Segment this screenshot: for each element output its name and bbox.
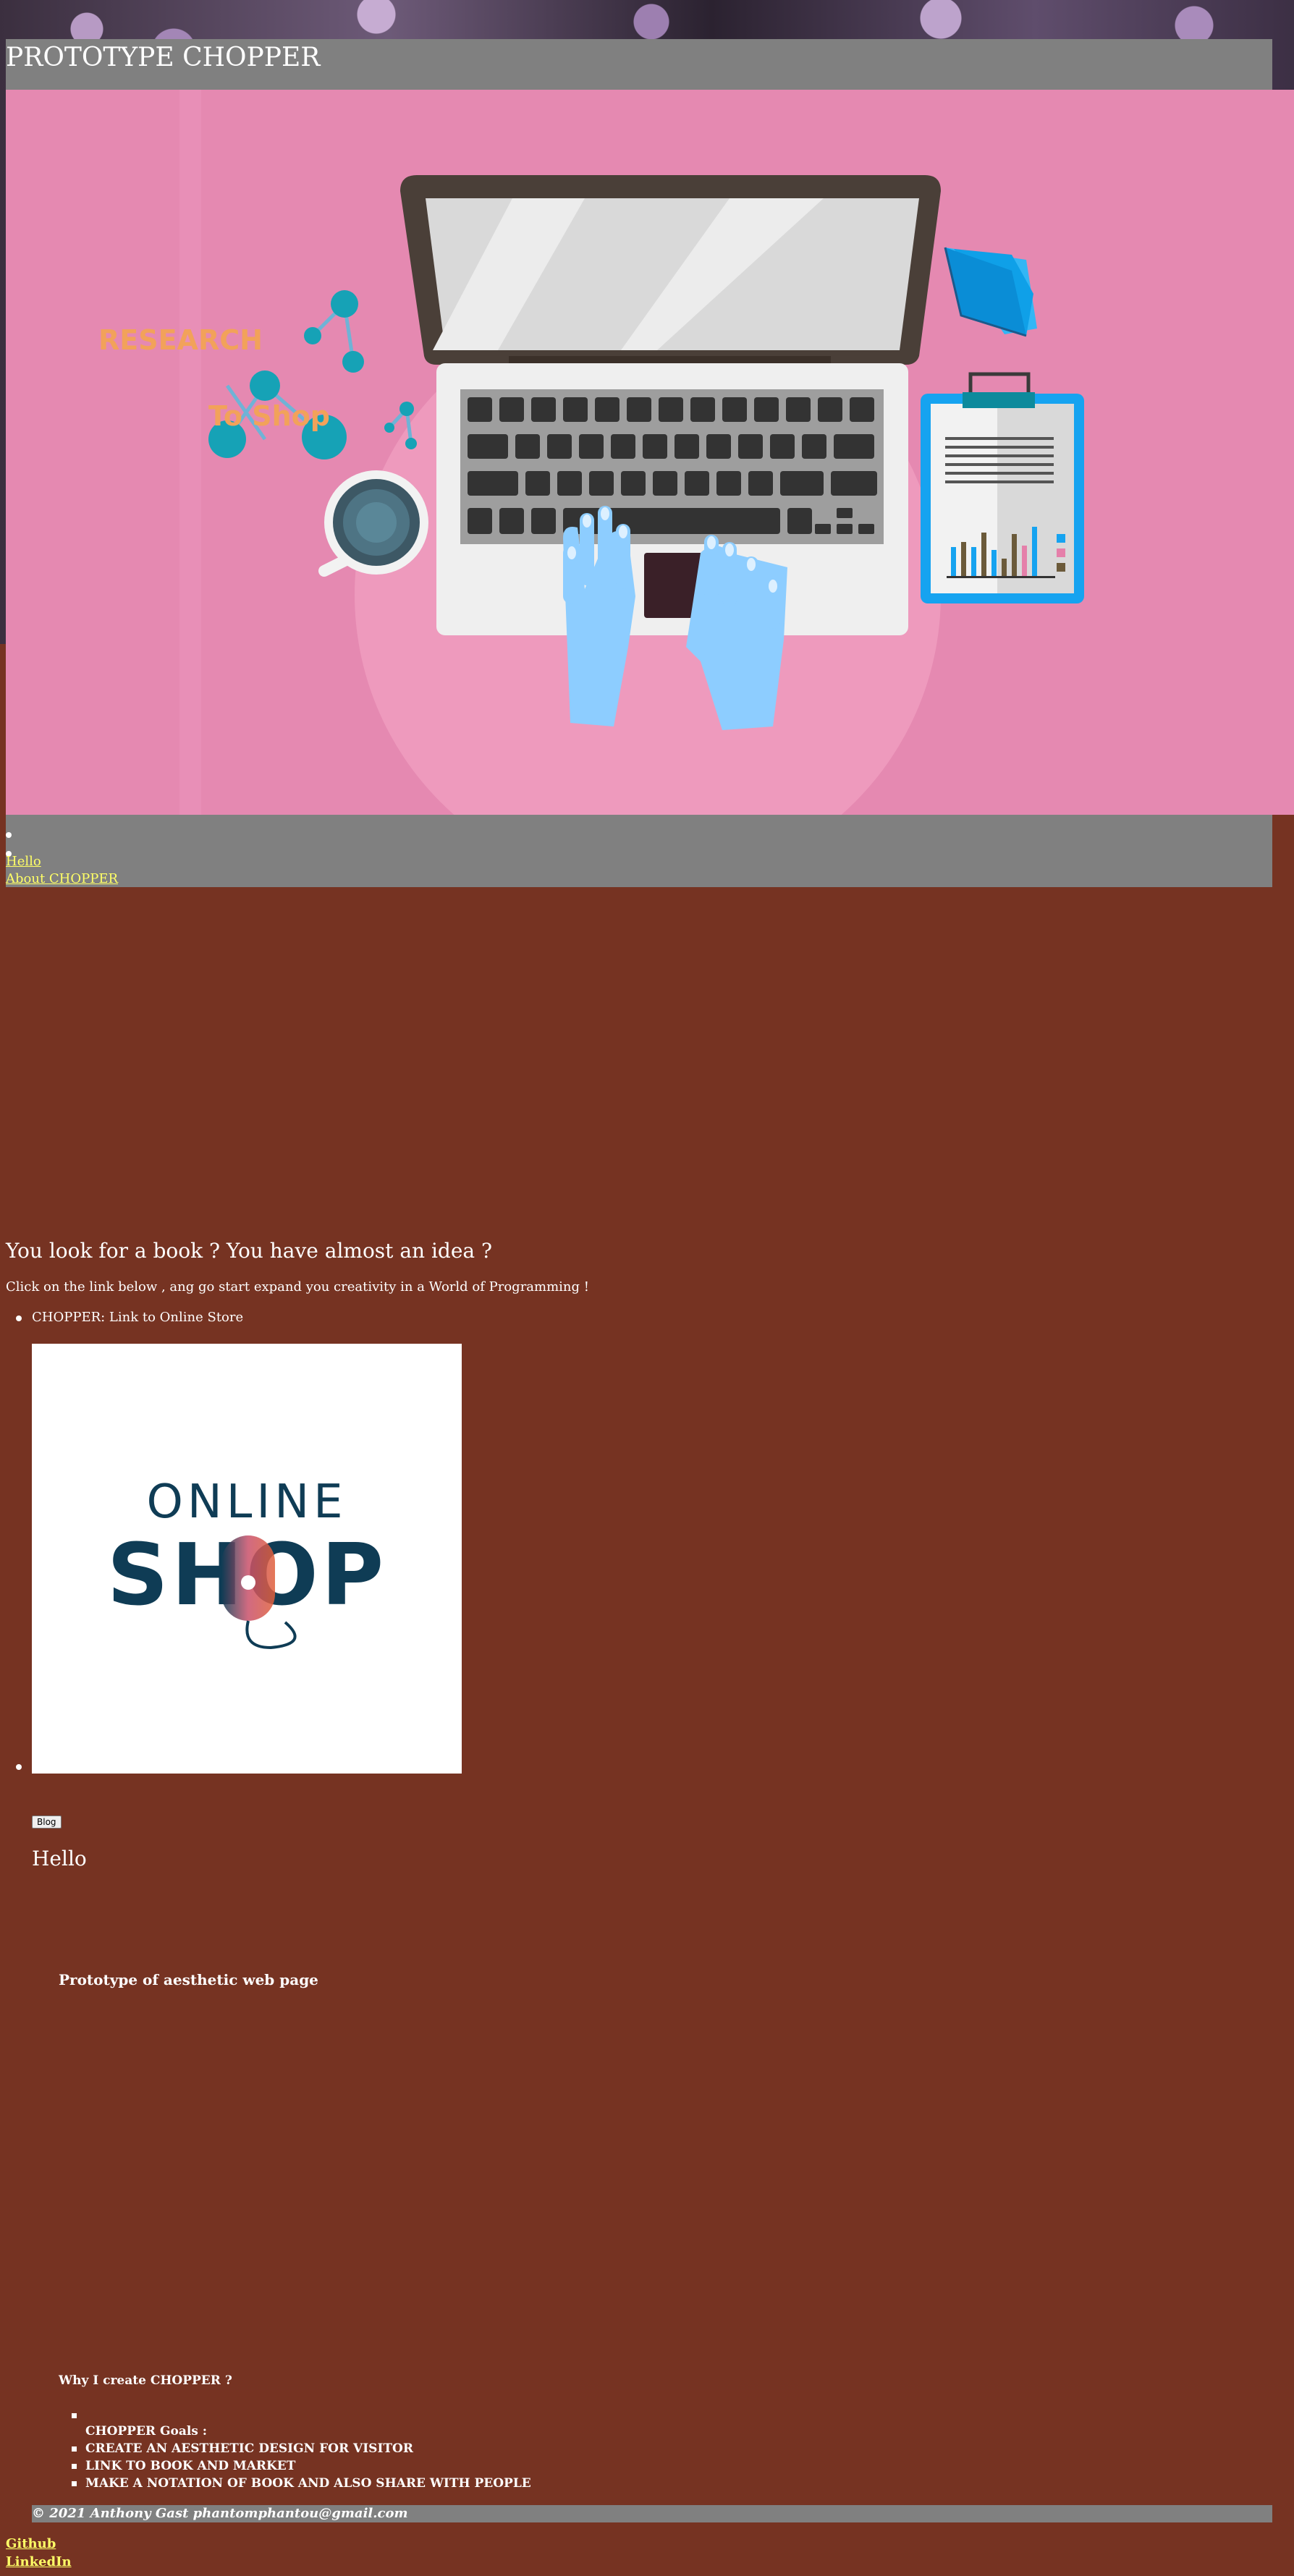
coffee-cup-icon (318, 470, 428, 577)
folder-icon (944, 247, 1037, 337)
blog-button[interactable]: Blog (32, 1816, 62, 1829)
github-link[interactable]: Github (6, 2536, 56, 2551)
site-title: PROTOTYPE CHOPPER (6, 43, 321, 72)
bullet-dot (6, 832, 12, 838)
nav-link-hello[interactable]: Hello (6, 854, 41, 869)
bullet-dot (16, 1764, 22, 1770)
nav-bar (6, 815, 1272, 887)
to-shop-label: To Shop (208, 400, 330, 432)
list-square (72, 2446, 77, 2452)
goal-item: CREATE AN AESTHETIC DESIGN FOR VISITOR (85, 2441, 413, 2456)
linkedin-link[interactable]: LinkedIn (6, 2554, 72, 2569)
goal-item: LINK TO BOOK AND MARKET (85, 2459, 296, 2473)
nav-bullets (6, 819, 12, 857)
list-square (72, 2481, 77, 2486)
nav-link-about[interactable]: About CHOPPER (6, 871, 118, 886)
question-heading: You look for a book ? You have almost an… (6, 1239, 493, 1263)
online-shop-image[interactable]: ONLINE SHOP (32, 1344, 462, 1774)
shop-logo-top-text: ONLINE (146, 1475, 347, 1529)
list-square (72, 2413, 77, 2418)
footer-copyright: © 2021 Anthony Gast phantomphantou@gmail… (32, 2506, 408, 2521)
hello-heading: Hello (32, 1847, 87, 1870)
online-shop-logo: ONLINE SHOP (107, 1475, 384, 1650)
intro-text: Click on the link below , ang go start e… (6, 1279, 590, 1295)
laptop-icon (400, 175, 941, 635)
why-heading: Why I create CHOPPER ? (59, 2373, 232, 2388)
online-store-link[interactable]: CHOPPER: Link to Online Store (32, 1310, 243, 1325)
molecule-icon (208, 290, 417, 459)
research-label: RESEARCH (98, 324, 263, 356)
clipboard-icon (921, 372, 1084, 603)
hero-illustration: RESEARCH To Shop (98, 90, 1084, 815)
bullet-dot (16, 1315, 22, 1321)
prototype-heading: Prototype of aesthetic web page (59, 1971, 318, 1988)
goals-label: CHOPPER Goals : (85, 2424, 208, 2439)
goal-item: MAKE A NOTATION OF BOOK AND ALSO SHARE W… (85, 2476, 531, 2491)
list-square (72, 2464, 77, 2469)
